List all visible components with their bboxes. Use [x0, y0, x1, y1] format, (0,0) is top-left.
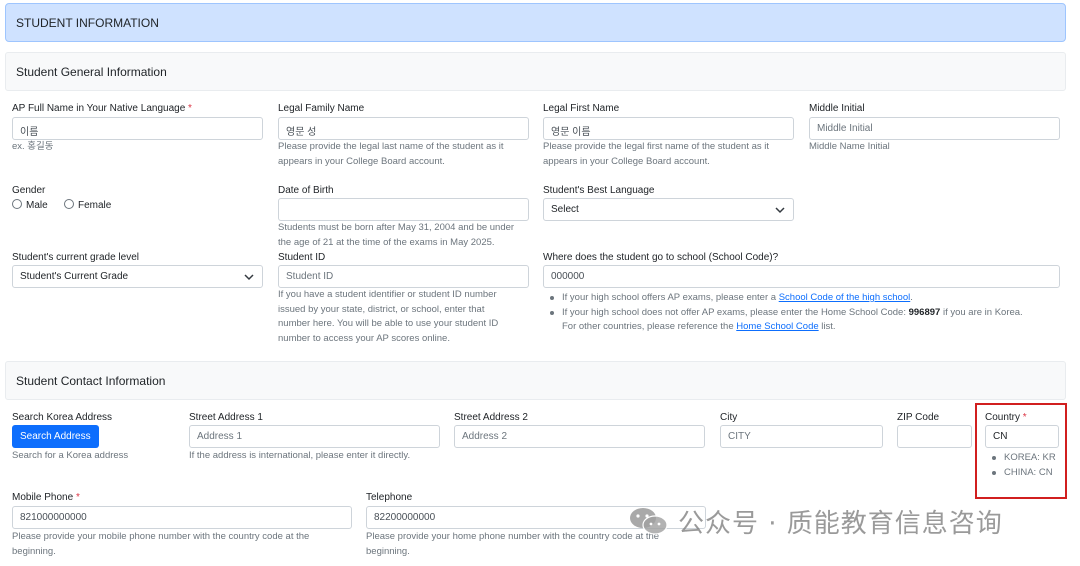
student-id-help: If you have a student identifier or stud… [278, 289, 499, 344]
middle-initial-label: Middle Initial [809, 103, 865, 114]
middle-initial-help: Middle Name Initial [809, 141, 890, 152]
search-address-label: Search Korea Address [12, 412, 113, 423]
school-code-link[interactable]: School Code of the high school [779, 292, 911, 303]
gender-label: Gender [12, 185, 46, 196]
family-name-input[interactable]: 영문 성 [278, 117, 529, 140]
grade-label: Student's current grade level [12, 252, 139, 263]
dob-label: Date of Birth [278, 185, 334, 196]
school-code-hints: If your high school offers AP exams, ple… [543, 291, 1063, 335]
school-code-label: Where does the student go to school (Sch… [543, 252, 779, 263]
chevron-down-icon [244, 274, 254, 281]
student-id-label: Student ID [278, 252, 326, 263]
first-name-help: Please provide the legal first name of t… [543, 141, 770, 167]
country-highlight-box [975, 403, 1067, 499]
student-id-input[interactable]: Student ID [278, 265, 529, 288]
mobile-help: Please provide your mobile phone number … [12, 531, 310, 557]
best-language-label: Student's Best Language [543, 185, 655, 196]
section-contact-title: Student Contact Information [5, 361, 1066, 400]
street2-label: Street Address 2 [454, 412, 528, 423]
family-name-label: Legal Family Name [278, 103, 365, 114]
city-input[interactable]: CITY [720, 425, 883, 448]
telephone-label: Telephone [366, 492, 413, 503]
dob-input[interactable] [278, 198, 529, 221]
street1-label: Street Address 1 [189, 412, 263, 423]
native-name-label: AP Full Name in Your Native Language * [12, 103, 192, 114]
grade-select[interactable]: Student's Current Grade [12, 265, 263, 288]
mobile-input[interactable]: 821000000000 [12, 506, 352, 529]
mobile-label: Mobile Phone * [12, 492, 80, 503]
watermark-text: 公众号 · 质能教育信息咨询 [678, 509, 1003, 539]
school-code-input[interactable]: 000000 [543, 265, 1060, 288]
dob-help: Students must be born after May 31, 2004… [278, 222, 515, 248]
page-title: STUDENT INFORMATION [5, 3, 1066, 42]
section-general-title: Student General Information [5, 52, 1066, 91]
zip-input[interactable] [897, 425, 972, 448]
middle-initial-input[interactable]: Middle Initial [809, 117, 1060, 140]
wechat-icon [630, 508, 668, 535]
best-language-select[interactable]: Select [543, 198, 794, 221]
home-school-code-link[interactable]: Home School Code [736, 321, 818, 332]
list-item: If your high school does not offer AP ex… [543, 306, 1063, 335]
first-name-label: Legal First Name [543, 103, 620, 114]
chevron-down-icon [775, 207, 785, 214]
city-label: City [720, 412, 738, 423]
street1-help: If the address is international, please … [189, 450, 411, 461]
telephone-help: Please provide your home phone number wi… [366, 531, 660, 557]
gender-female-option[interactable]: Female [64, 199, 111, 211]
first-name-input[interactable]: 영문 이름 [543, 117, 794, 140]
street2-input[interactable]: Address 2 [454, 425, 705, 448]
zip-label: ZIP Code [897, 412, 940, 423]
native-name-input[interactable]: 이름 [12, 117, 263, 140]
radio-icon[interactable] [64, 199, 74, 209]
street1-input[interactable]: Address 1 [189, 425, 440, 448]
family-name-help: Please provide the legal last name of th… [278, 141, 504, 167]
native-name-help: ex. 홍길동 [12, 141, 54, 152]
search-address-button[interactable]: Search Address [12, 425, 99, 448]
list-item: If your high school offers AP exams, ple… [543, 291, 1063, 306]
radio-icon[interactable] [12, 199, 22, 209]
gender-male-option[interactable]: Male [12, 199, 48, 211]
search-address-help: Search for a Korea address [12, 450, 129, 461]
